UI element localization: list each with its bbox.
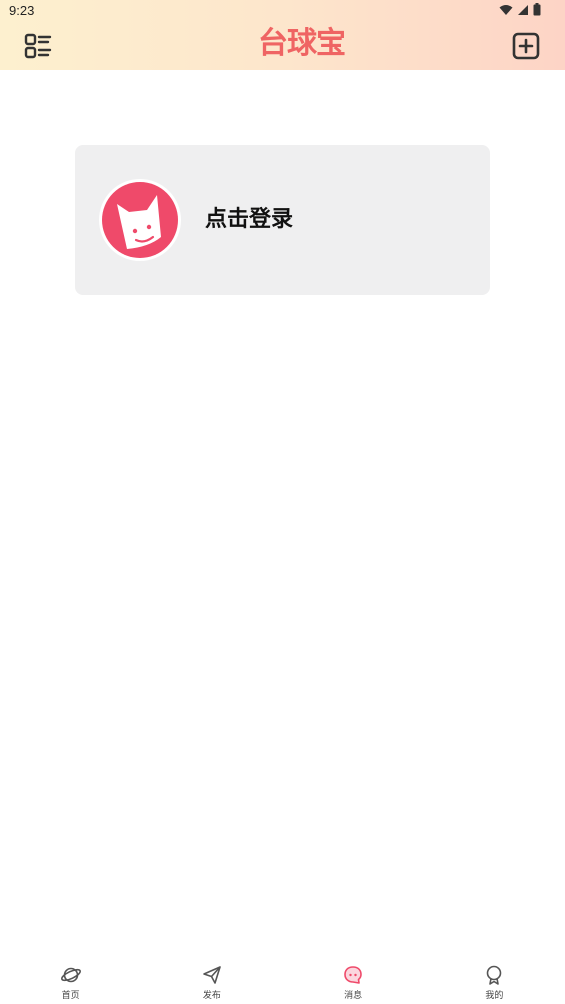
battery-icon xyxy=(533,3,541,16)
app-logo: 台球宝 xyxy=(258,26,346,61)
profile-icon xyxy=(487,965,502,985)
tab-publish-label: 发布 xyxy=(202,991,221,1001)
paper-plane-icon xyxy=(203,966,221,984)
login-card[interactable]: 点击登录 xyxy=(75,145,490,295)
tab-publish[interactable]: 发布 xyxy=(141,956,282,1004)
avatar[interactable] xyxy=(99,179,181,261)
chat-bubble-icon xyxy=(344,966,362,984)
wifi-icon xyxy=(499,4,513,15)
bottom-tab-bar: 首页 发布 消息 我的 xyxy=(0,956,565,1004)
login-label: 点击登录 xyxy=(205,207,294,232)
tab-messages[interactable]: 消息 xyxy=(283,956,424,1004)
signal-icon xyxy=(518,4,528,15)
tab-profile[interactable]: 我的 xyxy=(424,956,565,1004)
planet-icon xyxy=(60,967,81,983)
tab-home[interactable]: 首页 xyxy=(0,956,141,1004)
status-icons xyxy=(499,3,541,16)
tab-home-label: 首页 xyxy=(61,991,80,1001)
add-button[interactable] xyxy=(512,32,540,60)
top-bar: 9:23 台球宝 xyxy=(0,0,565,70)
menu-list-icon xyxy=(24,33,52,59)
status-time: 9:23 xyxy=(9,3,35,18)
menu-button[interactable] xyxy=(24,32,52,60)
cat-avatar-icon xyxy=(102,182,178,258)
tab-profile-label: 我的 xyxy=(485,991,504,1001)
tab-messages-label: 消息 xyxy=(344,991,363,1001)
add-square-icon xyxy=(512,32,540,60)
